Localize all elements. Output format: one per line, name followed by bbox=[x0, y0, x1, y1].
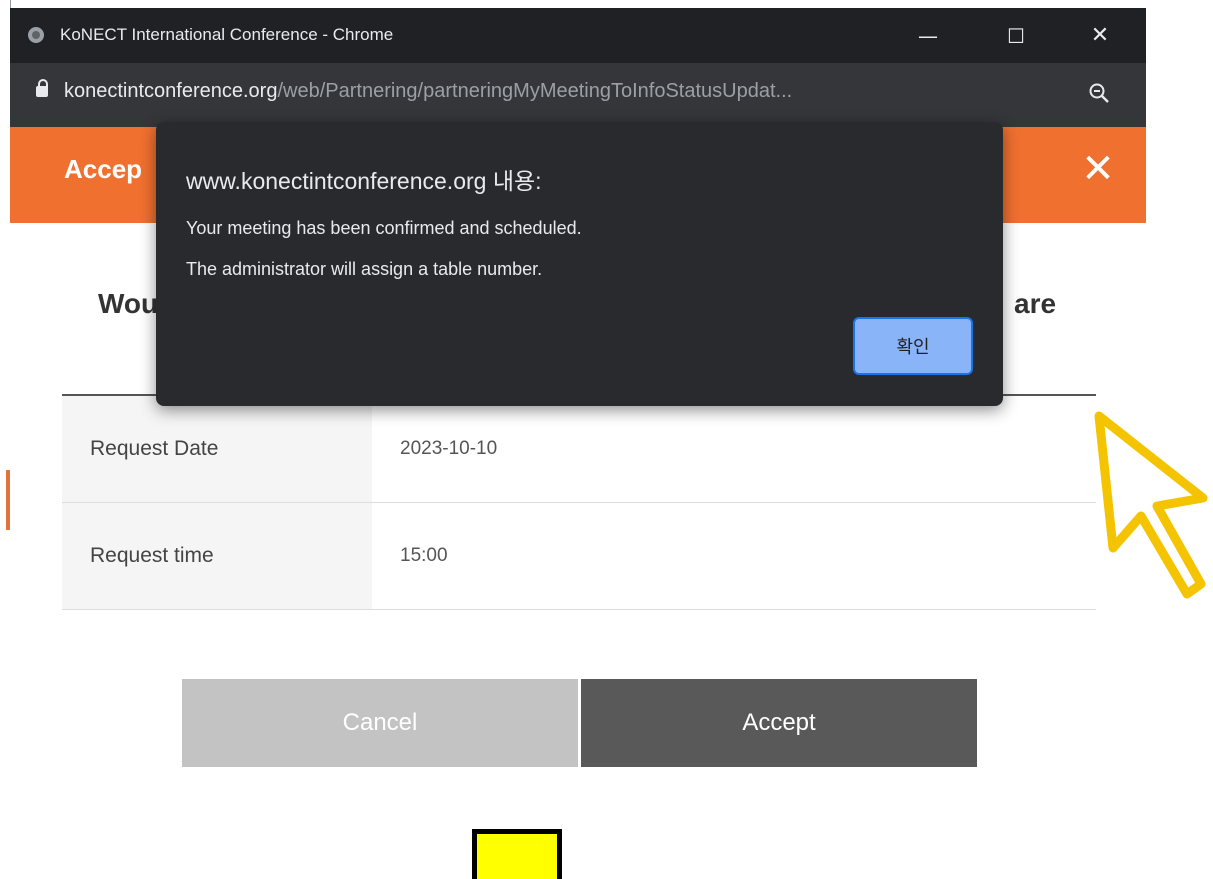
question-text-end: are bbox=[1014, 288, 1057, 319]
row-label-cell: Request Date bbox=[62, 396, 372, 502]
row-label-cell: Request time bbox=[62, 503, 372, 609]
url-text[interactable]: konectintconference.org/web/Partnering/p… bbox=[64, 80, 792, 103]
close-window-button[interactable]: ✕ bbox=[1072, 14, 1128, 58]
zoom-icon[interactable] bbox=[1088, 82, 1110, 104]
dialog-title: www.konectintconference.org 내용: bbox=[186, 168, 542, 194]
title-bar: KoNECT International Conference - Chrome… bbox=[10, 8, 1146, 63]
highlight-marker bbox=[472, 829, 562, 879]
minimize-button[interactable]: — bbox=[900, 14, 956, 58]
dialog-message-line-2: The administrator will assign a table nu… bbox=[186, 259, 543, 279]
request-time-label: Request time bbox=[90, 544, 214, 567]
accept-button[interactable]: Accept bbox=[581, 679, 977, 767]
request-date-label: Request Date bbox=[90, 437, 219, 460]
table-row-request-date: Request Date 2023-10-10 bbox=[62, 396, 1096, 503]
request-date-value: 2023-10-10 bbox=[400, 438, 498, 459]
window-title: KoNECT International Conference - Chrome bbox=[60, 25, 394, 44]
request-info-table: Request Date 2023-10-10 Request time 15:… bbox=[62, 394, 1096, 610]
question-text-start: Wou bbox=[98, 288, 159, 319]
dialog-message-line-1: Your meeting has been confirmed and sche… bbox=[186, 218, 582, 238]
url-path: /web/Partnering/partneringMyMeetingToInf… bbox=[277, 80, 793, 102]
url-host: konectintconference.org bbox=[64, 80, 278, 102]
lock-icon bbox=[36, 79, 48, 97]
alert-dialog: www.konectintconference.org 내용: Your mee… bbox=[156, 122, 1003, 406]
cancel-button[interactable]: Cancel bbox=[182, 679, 578, 767]
request-time-value: 15:00 bbox=[400, 545, 448, 566]
globe-icon bbox=[28, 27, 44, 43]
close-icon[interactable]: ✕ bbox=[1070, 141, 1126, 197]
table-row-request-time: Request time 15:00 bbox=[62, 503, 1096, 610]
modal-title: Accep bbox=[64, 154, 143, 184]
maximize-button[interactable]: ☐ bbox=[988, 14, 1044, 58]
address-bar[interactable]: konectintconference.org/web/Partnering/p… bbox=[10, 63, 1146, 127]
cursor-arrow-icon bbox=[1094, 411, 1208, 599]
dialog-ok-button[interactable]: 확인 bbox=[853, 317, 973, 375]
